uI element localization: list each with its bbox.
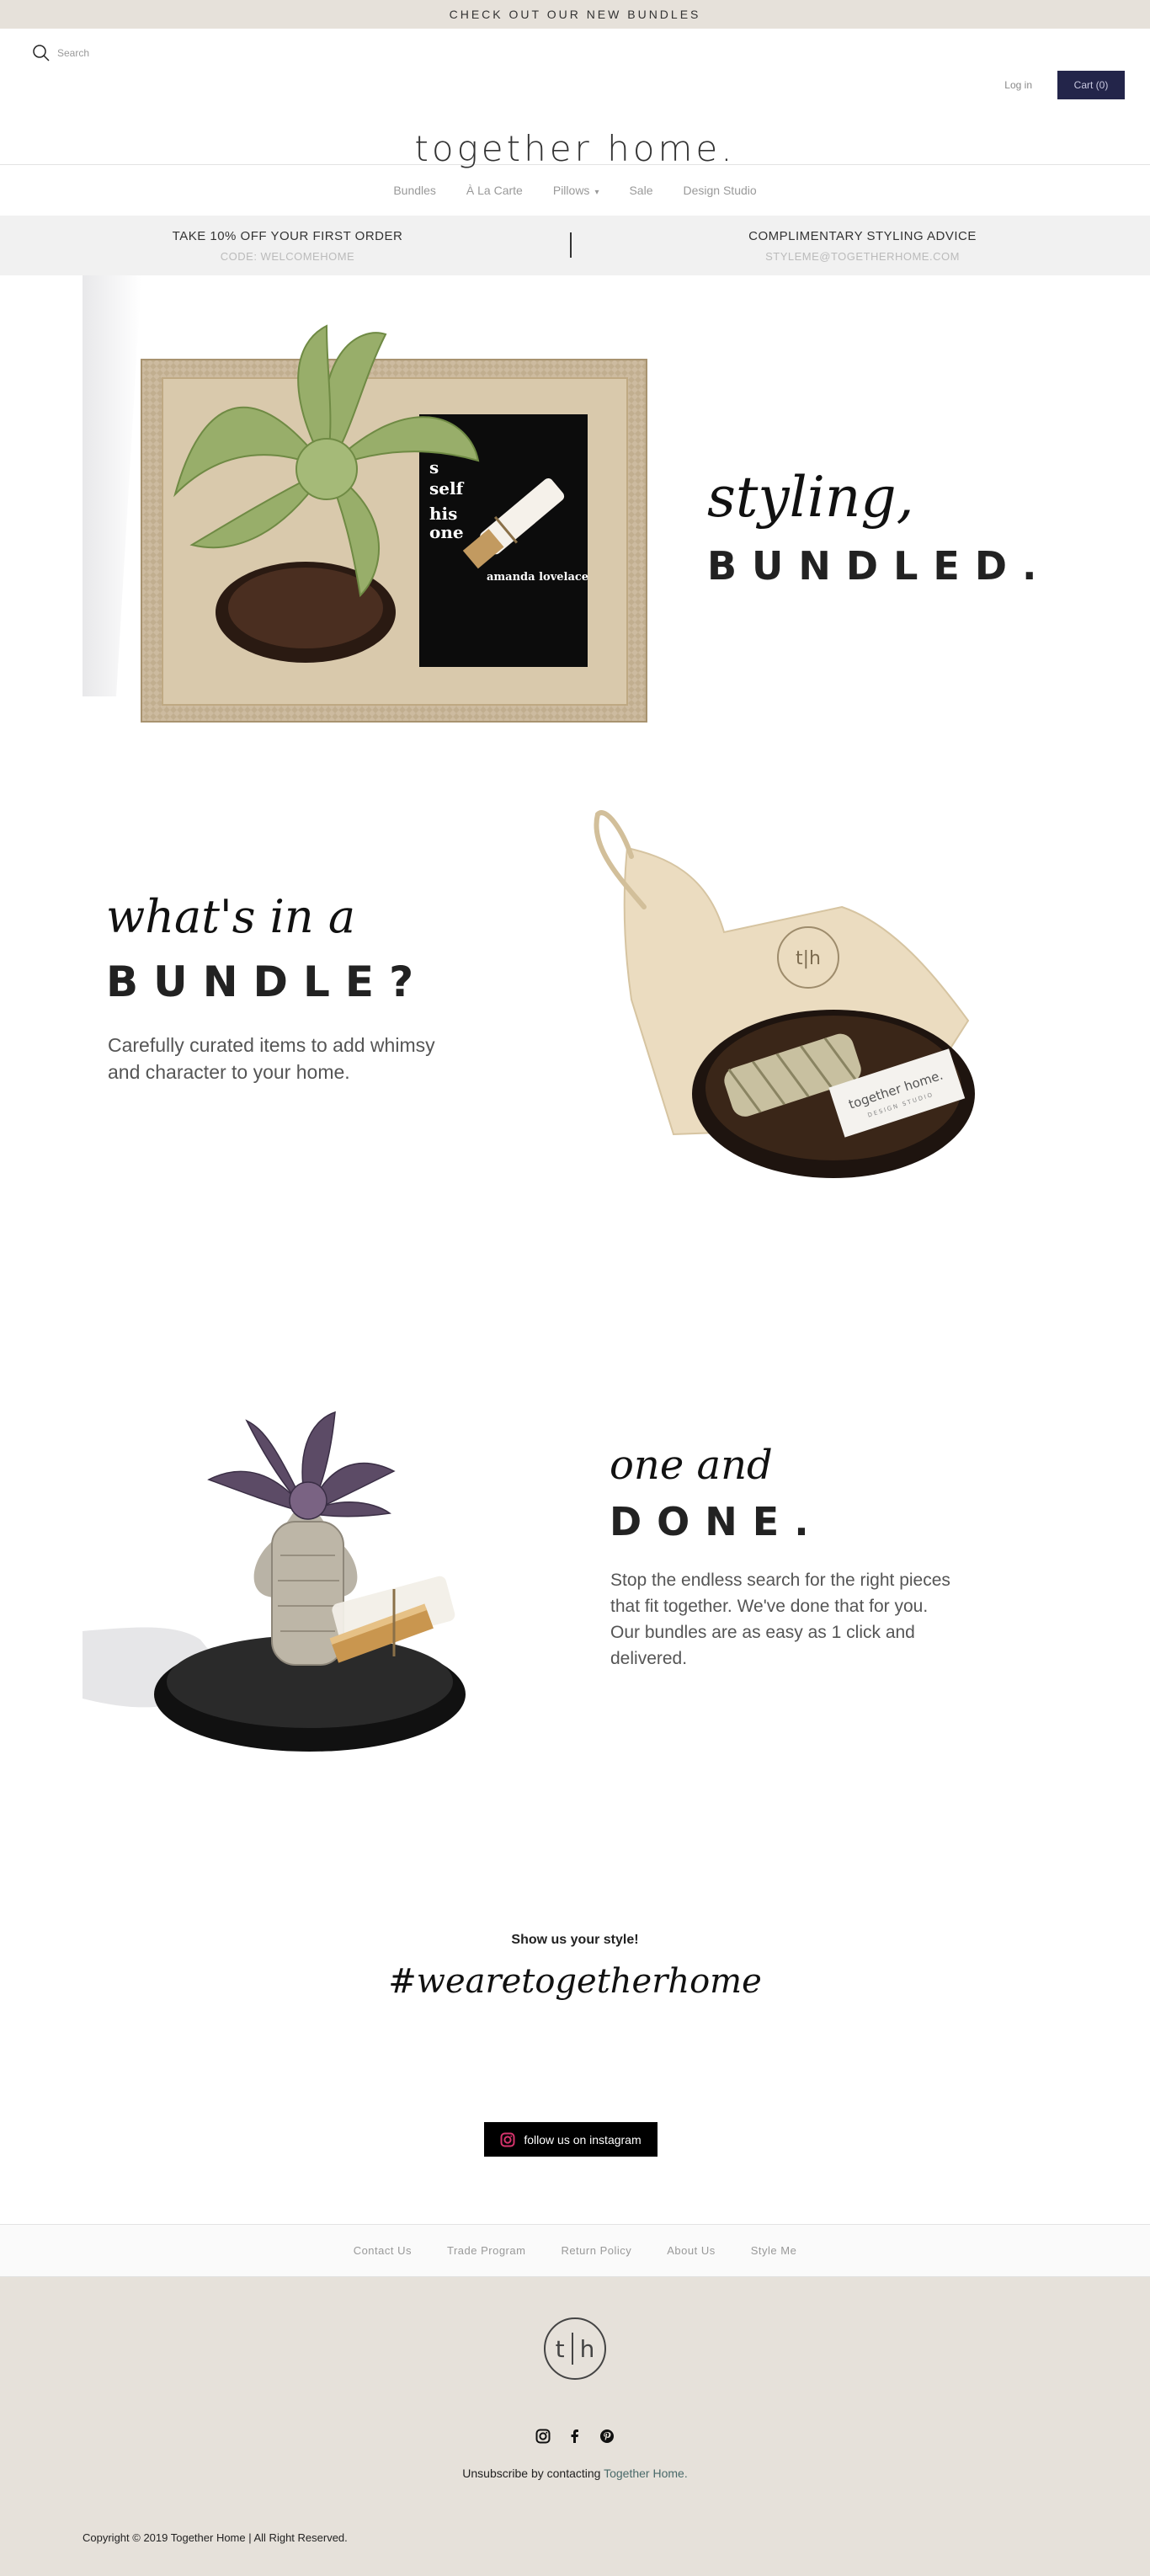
nav-item-pillows-label: Pillows xyxy=(552,184,590,197)
social-title: Show us your style! xyxy=(511,1933,639,1947)
done-description-line: delivered. xyxy=(610,1649,688,1668)
hero-section: ess s self his one amanda lovelace styli… xyxy=(0,275,1150,781)
footer-links: Contact Us Trade Program Return Policy A… xyxy=(0,2224,1150,2277)
pinterest-icon[interactable] xyxy=(599,2429,615,2444)
promo-styling-email[interactable]: STYLEME@TOGETHERHOME.COM xyxy=(765,250,960,263)
unsubscribe-link[interactable]: Together Home. xyxy=(604,2467,688,2480)
promo-styling-title: COMPLIMENTARY STYLING ADVICE xyxy=(748,228,977,243)
nav-item-sale[interactable]: Sale xyxy=(629,184,652,197)
footer-link-contact[interactable]: Contact Us xyxy=(354,2244,412,2257)
hero-script-text: styling, xyxy=(707,465,914,530)
bundle-bold-text: BUNDLE? xyxy=(106,957,429,1006)
bundle-description: Carefully curated items to add whimsy an… xyxy=(108,1032,435,1085)
book-author: amanda lovelace xyxy=(487,571,588,584)
done-description-line: Our bundles are as easy as 1 click and xyxy=(610,1623,915,1642)
footer-social-icons xyxy=(0,2429,1150,2444)
monogram-left: t xyxy=(555,2334,565,2363)
monogram-right: h xyxy=(579,2334,595,2363)
login-link[interactable]: Log in xyxy=(1004,79,1032,91)
promo-discount-code: CODE: WELCOMEHOME xyxy=(220,249,355,263)
nav-item-design-studio[interactable]: Design Studio xyxy=(684,184,757,197)
cart-button[interactable]: Cart (0) xyxy=(1057,71,1125,99)
bundle-script-text: what's in a xyxy=(106,890,356,943)
facebook-icon[interactable] xyxy=(567,2429,583,2444)
done-description-line: Stop the endless search for the right pi… xyxy=(610,1571,950,1590)
nav-item-bundles[interactable]: Bundles xyxy=(393,184,436,197)
site-logo[interactable]: together home. xyxy=(0,128,1150,169)
search-input[interactable]: Search xyxy=(57,47,89,59)
hero-bold-text: BUNDLED. xyxy=(707,543,1052,589)
svg-text:one: one xyxy=(429,522,464,542)
promo-bar: TAKE 10% OFF YOUR FIRST ORDER CODE: WELC… xyxy=(0,216,1150,275)
nav-item-pillows[interactable]: Pillows ▾ xyxy=(553,184,599,197)
instagram-follow-label: follow us on instagram xyxy=(524,2132,642,2147)
unsubscribe-prefix: Unsubscribe by contacting xyxy=(462,2467,604,2480)
instagram-follow-button[interactable]: follow us on instagram xyxy=(484,2122,658,2157)
main-nav: Bundles À La Carte Pillows ▾ Sale Design … xyxy=(0,165,1150,216)
svg-text:self: self xyxy=(429,478,465,499)
footer-link-return[interactable]: Return Policy xyxy=(561,2244,631,2257)
bundle-description-line: and character to your home. xyxy=(108,1061,350,1083)
chevron-down-icon: ▾ xyxy=(594,188,599,197)
nav-item-a-la-carte[interactable]: À La Carte xyxy=(466,184,523,197)
instagram-icon xyxy=(500,2132,515,2147)
svg-text:his: his xyxy=(429,504,457,524)
bundle-bag-image: t|h together home. DESIGN STUDIO xyxy=(594,810,975,1178)
promo-styling: COMPLIMENTARY STYLING ADVICE STYLEME@TOG… xyxy=(575,216,1150,275)
site-header: Search Log in Cart (0) together home. xyxy=(0,29,1150,169)
promo-divider xyxy=(570,232,572,258)
copyright: Copyright © 2019 Together Home | All Rig… xyxy=(83,2531,348,2544)
done-description: Stop the endless search for the right pi… xyxy=(610,1567,950,1672)
done-section: one and DONE. Stop the endless search fo… xyxy=(0,1345,1150,1816)
done-bold-text: DONE. xyxy=(610,1499,824,1544)
promo-discount: TAKE 10% OFF YOUR FIRST ORDER CODE: WELC… xyxy=(0,216,575,275)
promo-discount-title: TAKE 10% OFF YOUR FIRST ORDER xyxy=(172,228,403,243)
social-hashtag[interactable]: #wearetogetherhome xyxy=(0,1962,1150,2001)
announcement-bar[interactable]: CHECK OUT OUR NEW BUNDLES xyxy=(0,0,1150,29)
unsubscribe-text: Unsubscribe by contacting Together Home. xyxy=(0,2467,1150,2480)
done-succulent-image xyxy=(83,1411,466,1752)
bundle-description-line: Carefully curated items to add whimsy xyxy=(108,1034,435,1056)
footer-monogram-logo[interactable]: t h xyxy=(544,2317,606,2380)
footer-link-trade[interactable]: Trade Program xyxy=(447,2244,525,2257)
site-footer: t h Unsubscribe by contacting Together H… xyxy=(0,2277,1150,2576)
bag-monogram: t|h xyxy=(796,948,821,969)
svg-text:s: s xyxy=(429,457,439,477)
instagram-icon[interactable] xyxy=(535,2429,551,2444)
done-description-line: that fit together. We've done that for y… xyxy=(610,1597,929,1616)
footer-link-about[interactable]: About Us xyxy=(667,2244,715,2257)
search-box[interactable]: Search xyxy=(32,44,89,62)
hero-tray-image: ess s self his one amanda lovelace xyxy=(83,275,647,723)
done-script-text: one and xyxy=(610,1442,773,1489)
bundle-section: what's in a BUNDLE? Carefully curated it… xyxy=(0,781,1150,1345)
footer-link-style[interactable]: Style Me xyxy=(751,2244,797,2257)
search-icon xyxy=(33,45,50,61)
announcement-text[interactable]: CHECK OUT OUR NEW BUNDLES xyxy=(450,8,701,21)
